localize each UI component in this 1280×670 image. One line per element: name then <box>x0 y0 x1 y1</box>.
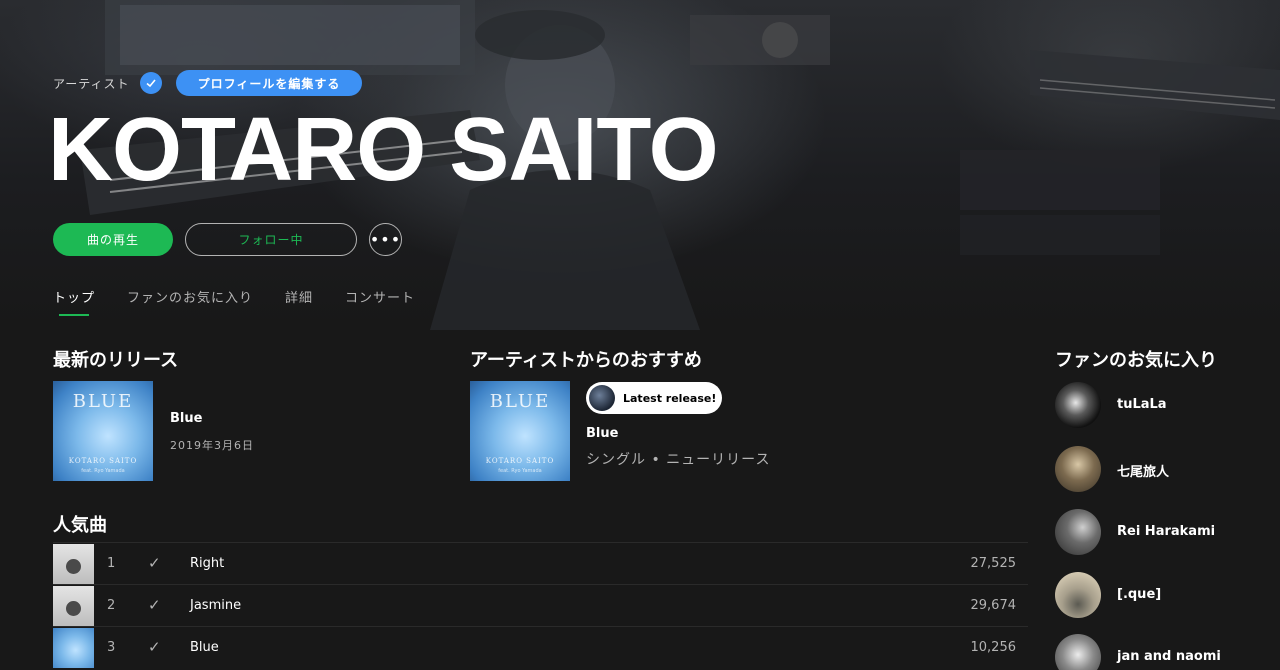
track-title[interactable]: Right <box>190 556 224 571</box>
related-artist-item[interactable]: [.que] <box>1055 572 1275 620</box>
track-play-count: 29,674 <box>970 598 1017 613</box>
latest-release-heading: 最新のリリース <box>53 350 179 371</box>
artist-pick-heading: アーティストからのおすすめ <box>470 350 702 371</box>
track-row[interactable]: 2 ✓ Jasmine 29,674 <box>53 584 1028 626</box>
avatar <box>1055 509 1101 555</box>
latest-release-title[interactable]: Blue <box>170 411 202 426</box>
track-row[interactable]: 1 ✓ Right 27,525 <box>53 542 1028 584</box>
artist-pick-subtitle: シングル • ニューリリース <box>586 452 771 468</box>
track-artwork <box>53 544 94 584</box>
related-artist-item[interactable]: tuLaLa <box>1055 382 1275 430</box>
artist-pick-title[interactable]: Blue <box>586 426 618 441</box>
track-play-count: 27,525 <box>970 556 1017 571</box>
related-artist-item[interactable]: 七尾旅人 <box>1055 446 1275 494</box>
track-number: 2 <box>107 598 116 613</box>
check-icon[interactable]: ✓ <box>148 554 161 572</box>
latest-release-date: 2019年3月6日 <box>170 439 254 452</box>
track-title[interactable]: Blue <box>190 640 219 655</box>
cover-feat: feat. Ryo Yamada <box>498 468 542 474</box>
avatar <box>589 385 615 411</box>
ellipsis-icon[interactable]: ••• <box>369 223 402 256</box>
latest-release-badge: Latest release! <box>586 382 722 414</box>
related-artist-name: jan and naomi <box>1117 649 1221 664</box>
track-artwork <box>53 628 94 668</box>
avatar <box>1055 634 1101 670</box>
cover-title: BLUE <box>489 391 551 412</box>
tab-about[interactable]: 詳細 <box>285 287 313 316</box>
avatar <box>1055 572 1101 618</box>
track-title[interactable]: Jasmine <box>190 598 241 613</box>
artist-type-label: アーティスト <box>53 76 130 91</box>
popular-heading: 人気曲 <box>53 515 107 536</box>
artist-label-row: アーティスト プロフィールを編集する <box>53 70 363 96</box>
check-badge-icon <box>139 72 162 94</box>
related-artist-item[interactable]: Rei Harakami <box>1055 509 1275 557</box>
check-icon[interactable]: ✓ <box>148 596 161 614</box>
fans-like-heading: ファンのお気に入り <box>1055 350 1217 371</box>
related-artist-item[interactable]: jan and naomi <box>1055 634 1275 670</box>
tab-concerts[interactable]: コンサート <box>345 287 415 316</box>
related-artist-name: [.que] <box>1117 587 1162 602</box>
related-artist-name: tuLaLa <box>1117 397 1167 412</box>
edit-profile-button[interactable]: プロフィールを編集する <box>175 70 363 96</box>
track-row[interactable]: 3 ✓ Blue 10,256 <box>53 626 1028 668</box>
check-icon[interactable]: ✓ <box>148 638 161 656</box>
related-artist-name: 七尾旅人 <box>1117 465 1170 480</box>
play-button[interactable]: 曲の再生 <box>53 223 173 256</box>
artist-tabs: トップ ファンのお気に入り 詳細 コンサート <box>53 287 415 316</box>
track-number: 3 <box>107 640 116 655</box>
artist-actions: 曲の再生 フォロー中 ••• <box>53 223 402 256</box>
avatar <box>1055 446 1101 492</box>
follow-button[interactable]: フォロー中 <box>185 223 357 256</box>
latest-release-badge-label: Latest release! <box>623 391 717 405</box>
tab-fans-like[interactable]: ファンのお気に入り <box>127 287 253 316</box>
track-artwork <box>53 586 94 626</box>
artist-name-title: KOTARO SAITO <box>48 100 719 200</box>
cover-title: BLUE <box>72 391 134 412</box>
artist-pick-cover[interactable]: BLUE KOTARO SAITO feat. Ryo Yamada <box>470 381 570 481</box>
cover-artist: KOTARO SAITO <box>485 457 555 465</box>
tab-top[interactable]: トップ <box>53 287 95 316</box>
cover-feat: feat. Ryo Yamada <box>81 468 125 474</box>
avatar <box>1055 382 1101 428</box>
track-play-count: 10,256 <box>970 640 1017 655</box>
popular-track-list: 1 ✓ Right 27,525 2 ✓ Jasmine 29,674 3 ✓ … <box>53 542 1028 668</box>
cover-artist: KOTARO SAITO <box>68 457 138 465</box>
track-number: 1 <box>107 556 116 571</box>
related-artist-name: Rei Harakami <box>1117 524 1216 539</box>
latest-release-cover[interactable]: BLUE KOTARO SAITO feat. Ryo Yamada <box>53 381 153 481</box>
